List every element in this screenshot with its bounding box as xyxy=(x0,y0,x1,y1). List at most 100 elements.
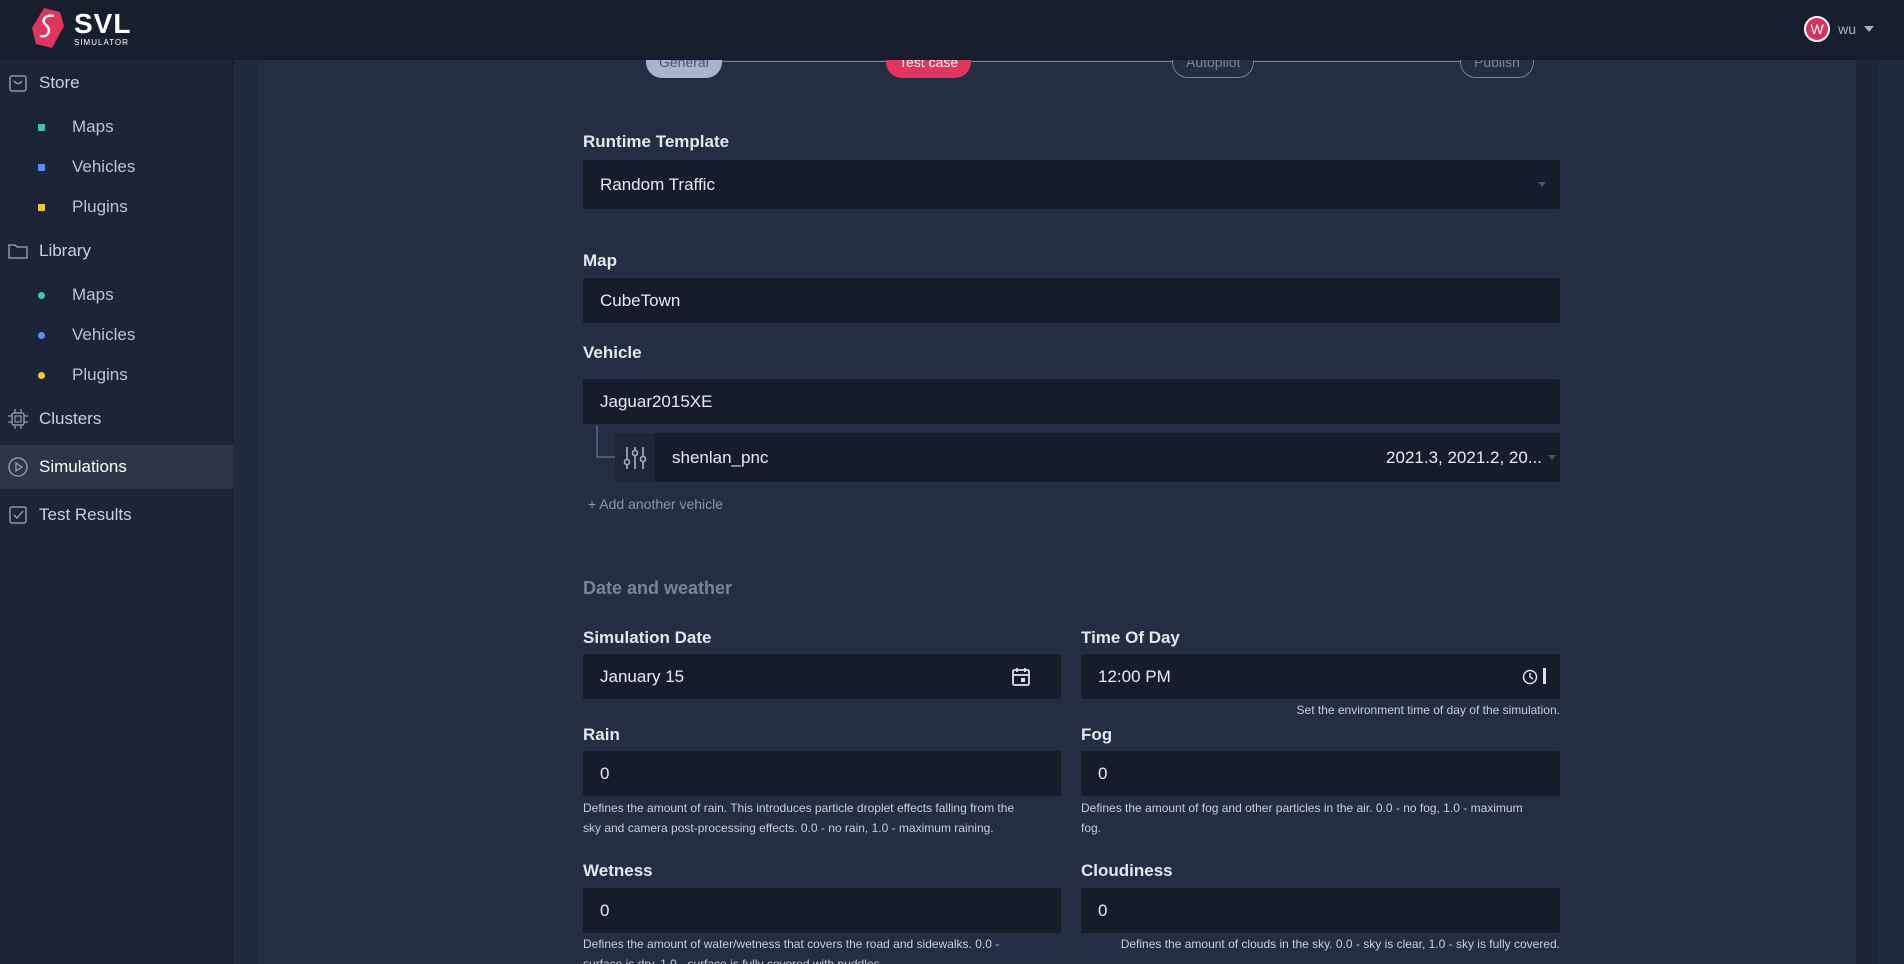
sidebar-item-library-plugins[interactable]: Plugins xyxy=(0,357,233,393)
checkbox-icon xyxy=(6,503,30,527)
brand-subtitle: SIMULATOR xyxy=(74,37,129,47)
svl-logo-icon xyxy=(32,8,64,48)
cloudiness-input[interactable]: 0 xyxy=(1081,888,1560,933)
wetness-help: Defines the amount of water/wetness that… xyxy=(583,934,1073,964)
sensor-config-value: shenlan_pnc xyxy=(672,447,769,467)
sidebar-item-label: Store xyxy=(39,73,80,92)
step-test-case[interactable]: Test case xyxy=(886,60,972,78)
sidebar-item-label: Vehicles xyxy=(72,325,136,344)
chevron-down-icon xyxy=(1538,182,1546,187)
sidebar-item-label: Plugins xyxy=(72,365,128,384)
cloudiness-label: Cloudiness xyxy=(1081,861,1173,880)
step-publish[interactable]: Publish xyxy=(1460,60,1534,78)
cloudiness-help: Defines the amount of clouds in the sky.… xyxy=(1120,937,1560,951)
sidebar-item-label: Simulations xyxy=(39,457,127,476)
rain-help-line: Defines the amount of rain. This introdu… xyxy=(583,801,1015,815)
vehicle-label: Vehicle xyxy=(583,343,642,362)
add-vehicle-link[interactable]: + Add another vehicle xyxy=(588,496,723,512)
vehicle-select[interactable]: Jaguar2015XE xyxy=(583,379,1560,424)
store-icon xyxy=(6,71,30,95)
maps-bullet-icon xyxy=(38,291,45,299)
wetness-help-line: Defines the amount of water/wetness that… xyxy=(583,937,1000,951)
step-general[interactable]: General xyxy=(646,60,722,78)
sidebar-item-simulations[interactable]: Simulations xyxy=(0,445,233,489)
fog-help: Defines the amount of fog and other part… xyxy=(1081,798,1571,838)
clock-icon[interactable] xyxy=(1522,669,1538,690)
runtime-template-value: Random Traffic xyxy=(600,174,715,194)
maps-bullet-icon xyxy=(38,123,45,131)
vehicle-value: Jaguar2015XE xyxy=(600,391,713,411)
rain-input[interactable]: 0 xyxy=(583,751,1061,796)
sidebar-item-label: Vehicles xyxy=(72,157,136,176)
avatar: W xyxy=(1804,16,1831,42)
sidebar-item-store-plugins[interactable]: Plugins xyxy=(0,189,233,225)
rain-help-line: sky and camera post-processing effects. … xyxy=(583,821,994,835)
text-cursor xyxy=(1543,668,1546,684)
fog-value: 0 xyxy=(1098,763,1108,783)
folder-icon xyxy=(6,239,30,263)
vehicles-bullet-icon xyxy=(38,331,45,339)
sidebar-item-clusters[interactable]: Clusters xyxy=(0,397,233,441)
sliders-icon[interactable] xyxy=(615,433,655,482)
chevron-down-icon xyxy=(1864,26,1874,32)
sidebar-item-library[interactable]: Library xyxy=(0,229,233,273)
wizard-stepper: General Test case Autopilot Publish xyxy=(598,60,1548,82)
user-menu[interactable]: W wu xyxy=(1804,16,1874,42)
fog-label: Fog xyxy=(1081,725,1113,744)
sidebar-item-library-maps[interactable]: Maps xyxy=(0,277,233,313)
sidebar-item-label: Test Results xyxy=(39,505,132,524)
scrollbar[interactable] xyxy=(1856,60,1878,964)
time-of-day-value: 12:00 PM xyxy=(1098,666,1171,686)
fog-input[interactable]: 0 xyxy=(1081,751,1560,796)
calendar-icon[interactable] xyxy=(1011,667,1031,692)
map-select[interactable]: CubeTown xyxy=(583,278,1560,323)
time-of-day-label: Time Of Day xyxy=(1081,628,1180,647)
time-of-day-input[interactable]: 12:00 PM xyxy=(1081,654,1560,699)
step-autopilot[interactable]: Autopilot xyxy=(1172,60,1255,78)
top-bar: SVL SIMULATOR W wu xyxy=(0,0,1904,60)
wetness-value: 0 xyxy=(600,900,610,920)
fog-help-line: Defines the amount of fog and other part… xyxy=(1081,801,1523,815)
rain-value: 0 xyxy=(600,763,610,783)
simulation-date-label: Simulation Date xyxy=(583,628,712,647)
sensor-config-select[interactable]: shenlan_pnc 2021.3, 2021.2, 20... xyxy=(615,433,1560,482)
plugins-bullet-icon xyxy=(38,203,45,211)
user-name: wu xyxy=(1838,21,1856,37)
map-value: CubeTown xyxy=(600,290,681,310)
tree-connector xyxy=(596,425,616,458)
sidebar-item-label: Plugins xyxy=(72,197,128,216)
svl-logo[interactable]: SVL SIMULATOR xyxy=(30,6,131,50)
runtime-template-label: Runtime Template xyxy=(583,132,730,151)
runtime-template-select[interactable]: Random Traffic xyxy=(583,160,1560,209)
sidebar-item-test-results[interactable]: Test Results xyxy=(0,493,233,537)
simulation-date-value: January 15 xyxy=(600,666,685,686)
brand-name: SVL xyxy=(74,7,132,39)
wetness-input[interactable]: 0 xyxy=(583,888,1061,933)
sidebar-item-label: Clusters xyxy=(39,409,102,428)
rain-help: Defines the amount of rain. This introdu… xyxy=(583,798,1073,838)
play-circle-icon xyxy=(6,455,30,479)
map-label: Map xyxy=(583,251,617,270)
vehicles-bullet-icon xyxy=(38,163,45,171)
sidebar-item-label: Maps xyxy=(72,117,114,136)
rain-label: Rain xyxy=(583,725,620,744)
chevron-down-icon xyxy=(1548,455,1556,460)
fog-help-line: fog. xyxy=(1081,821,1102,835)
simulation-date-input[interactable]: January 15 xyxy=(583,654,1061,699)
sidebar-item-label: Library xyxy=(39,241,91,260)
sidebar-item-store-vehicles[interactable]: Vehicles xyxy=(0,149,233,185)
sensor-config-versions: 2021.3, 2021.2, 20... xyxy=(1386,447,1542,467)
date-weather-title: Date and weather xyxy=(583,578,733,598)
sidebar-item-store-maps[interactable]: Maps xyxy=(0,109,233,145)
sidebar: Store Maps Vehicles Plugins Library Maps… xyxy=(0,60,233,964)
stepper-line xyxy=(658,61,1518,62)
wetness-label: Wetness xyxy=(583,861,653,880)
time-of-day-help: Set the environment time of day of the s… xyxy=(1296,703,1560,717)
sidebar-item-store[interactable]: Store xyxy=(0,61,233,105)
cpu-icon xyxy=(6,407,30,431)
wetness-help-line: surface is dry, 1.0 - surface is fully c… xyxy=(583,957,883,964)
cloudiness-value: 0 xyxy=(1098,900,1108,920)
sidebar-item-library-vehicles[interactable]: Vehicles xyxy=(0,317,233,353)
sidebar-item-label: Maps xyxy=(72,285,114,304)
main-content: General Test case Autopilot Publish Runt… xyxy=(258,60,1878,964)
